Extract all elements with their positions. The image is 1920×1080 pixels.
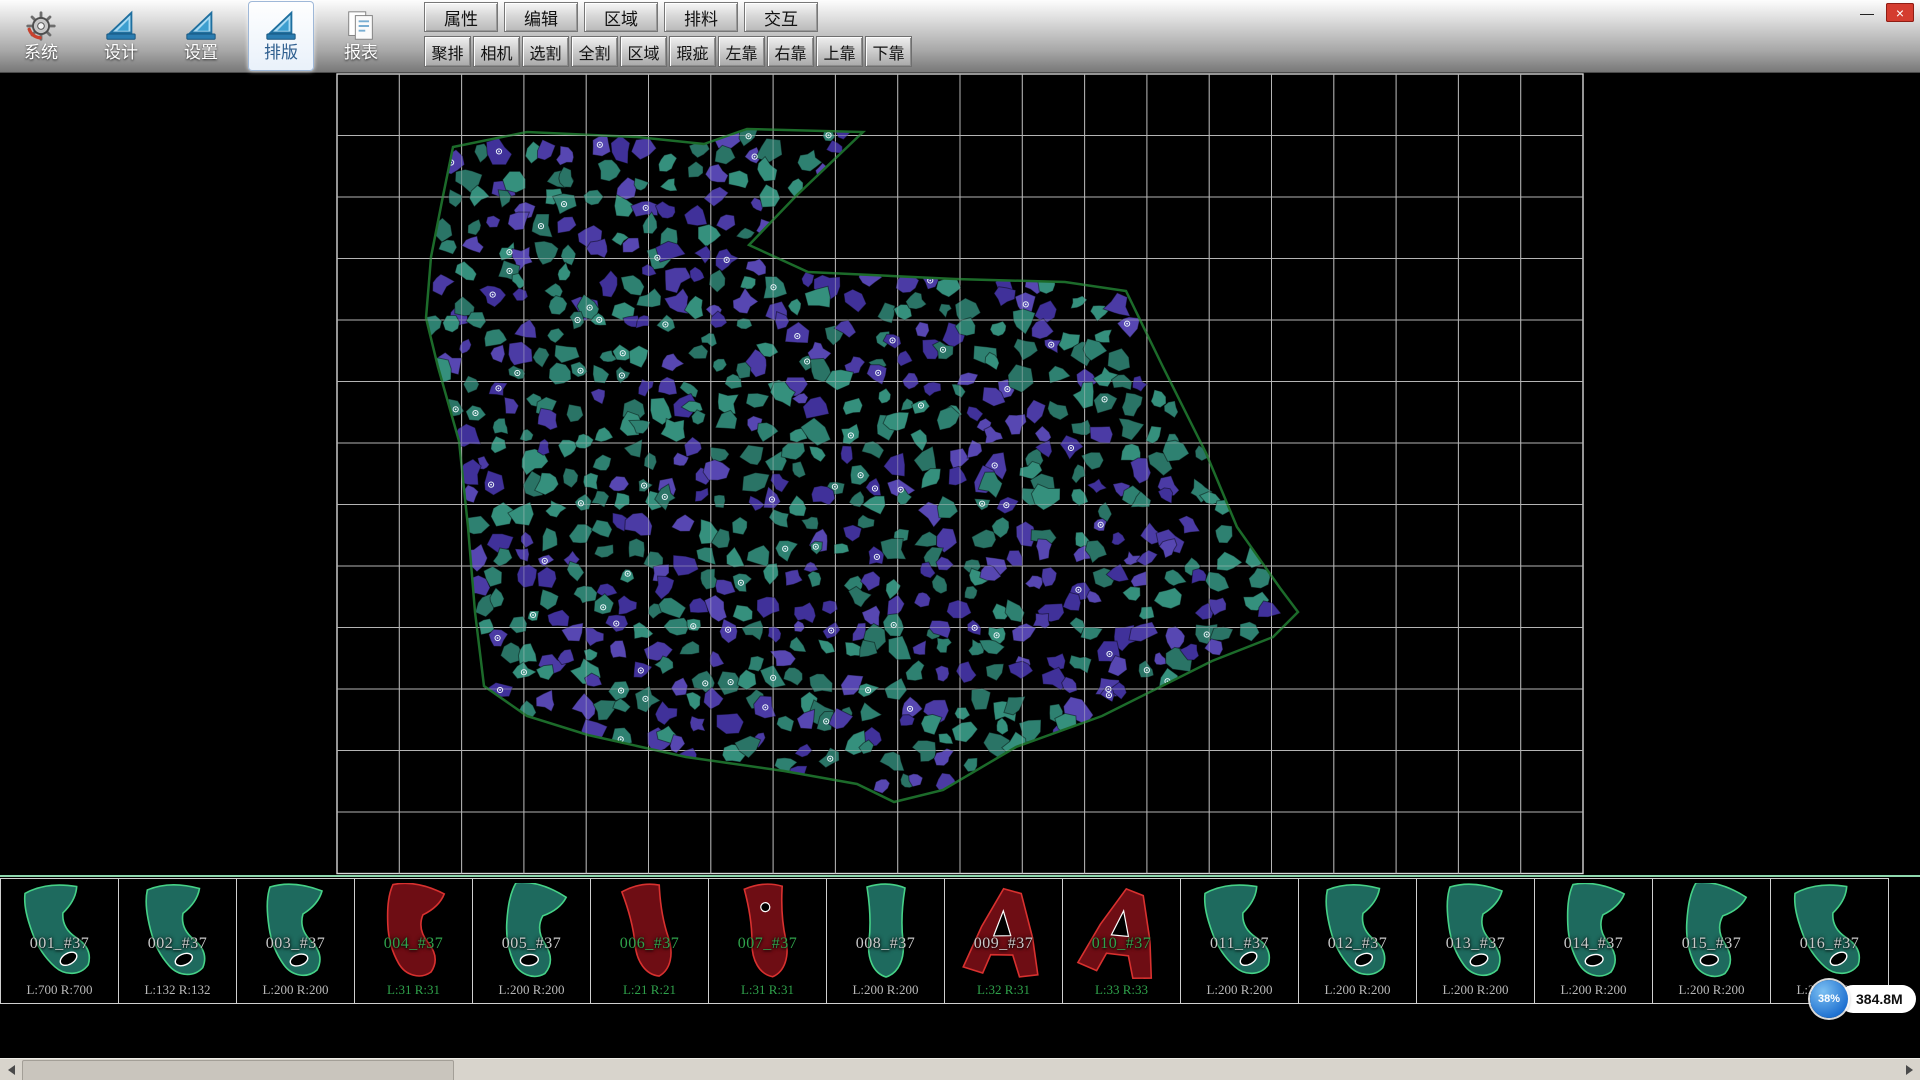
piece-shape-preview [128, 883, 228, 983]
app-button-group: 系统 设计 设置 排版 报表 [8, 0, 408, 72]
piece-thumbnail[interactable]: 012_#37L:200 R:200 [1298, 878, 1417, 1004]
piece-count: L:132 R:132 [119, 982, 236, 998]
piece-thumbnail[interactable]: 003_#37L:200 R:200 [236, 878, 355, 1004]
app-button-label: 系统 [24, 44, 58, 63]
nesting-canvas[interactable] [0, 72, 1920, 876]
memory-value: 384.8M [1839, 985, 1916, 1013]
piece-shape-preview [1190, 883, 1290, 983]
menu-tab-shuxing[interactable]: 属性 [424, 2, 498, 32]
piece-count: L:33 R:33 [1063, 982, 1180, 998]
app-button-report[interactable]: 报表 [328, 1, 394, 71]
strip-divider [0, 875, 1920, 877]
menu-tab-jiaohu[interactable]: 交互 [744, 2, 818, 32]
window-controls: — × [1853, 3, 1914, 22]
piece-shape-preview [1426, 883, 1526, 983]
app-button-label: 报表 [344, 44, 378, 63]
piece-count: L:32 R:31 [945, 982, 1062, 998]
piece-count: L:200 R:200 [1417, 982, 1534, 998]
piece-thumbnail[interactable]: 013_#37L:200 R:200 [1416, 878, 1535, 1004]
piece-thumbnail[interactable]: 004_#37L:31 R:31 [354, 878, 473, 1004]
piece-count: L:700 R:700 [1, 982, 118, 998]
piece-thumbnail[interactable]: 001_#37L:700 R:700 [0, 878, 119, 1004]
application-window: 系统设计设置排版报表 属性编辑区域排料交互 聚排相机选割全割区域瑕疵左靠右靠上靠… [0, 0, 1920, 1080]
piece-shape-preview [10, 883, 110, 983]
tool-button-quyu[interactable]: 区域 [620, 36, 667, 67]
piece-thumbnail[interactable]: 010_#37L:33 R:33 [1062, 878, 1181, 1004]
menu-area: 属性编辑区域排料交互 聚排相机选割全割区域瑕疵左靠右靠上靠下靠 [424, 0, 912, 67]
tool-button-quange[interactable]: 全割 [571, 36, 618, 67]
menu-tab-row: 属性编辑区域排料交互 [424, 2, 912, 32]
pieces-panel: 001_#37L:700 R:700002_#37L:132 R:132003_… [0, 878, 1920, 1004]
piece-thumbnail[interactable]: 002_#37L:132 R:132 [118, 878, 237, 1004]
piece-thumbnail[interactable]: 009_#37L:32 R:31 [944, 878, 1063, 1004]
tool-button-xiaci[interactable]: 瑕疵 [669, 36, 716, 67]
arrow-right-icon [1906, 1065, 1913, 1075]
piece-thumbnail[interactable]: 008_#37L:200 R:200 [826, 878, 945, 1004]
piece-shape-preview [1308, 883, 1408, 983]
piece-count: L:200 R:200 [827, 982, 944, 998]
app-button-nesting[interactable]: 排版 [248, 1, 314, 71]
memory-status: 38% 384.8M [1810, 980, 1916, 1018]
app-button-label: 设置 [184, 44, 218, 63]
piece-count: L:200 R:200 [1299, 982, 1416, 998]
piece-shape-preview [600, 883, 700, 983]
tool-button-xuange[interactable]: 选割 [522, 36, 569, 67]
app-button-label: 设计 [104, 44, 138, 63]
tool-button-youkao[interactable]: 右靠 [767, 36, 814, 67]
report-icon [344, 9, 378, 43]
piece-shape-preview [1072, 883, 1172, 983]
app-button-system[interactable]: 系统 [8, 1, 74, 71]
minimize-button[interactable]: — [1853, 3, 1881, 22]
piece-count: L:200 R:200 [1181, 982, 1298, 998]
scroll-left-button[interactable] [0, 1059, 22, 1080]
grid-overlay-layer [337, 74, 1583, 874]
piece-count: L:200 R:200 [473, 982, 590, 998]
menu-tab-quyu[interactable]: 区域 [584, 2, 658, 32]
piece-shape-preview [1780, 883, 1880, 983]
tool-button-row: 聚排相机选割全割区域瑕疵左靠右靠上靠下靠 [424, 36, 912, 67]
nested-pieces-layer [424, 126, 1281, 794]
app-button-settings[interactable]: 设置 [168, 1, 234, 71]
piece-shape-preview [1544, 883, 1644, 983]
piece-thumbnail[interactable]: 011_#37L:200 R:200 [1180, 878, 1299, 1004]
piece-count: L:200 R:200 [237, 982, 354, 998]
arrow-left-icon [8, 1065, 15, 1075]
piece-thumbnail[interactable]: 007_#37L:31 R:31 [708, 878, 827, 1004]
piece-shape-preview [836, 883, 936, 983]
tool-button-jupai[interactable]: 聚排 [424, 36, 471, 67]
main-toolbar: 系统设计设置排版报表 属性编辑区域排料交互 聚排相机选割全割区域瑕疵左靠右靠上靠… [0, 0, 1920, 73]
piece-count: L:31 R:31 [355, 982, 472, 998]
gear-icon [24, 9, 58, 43]
progress-indicator: 38% [1810, 980, 1848, 1018]
piece-thumbnail[interactable]: 014_#37L:200 R:200 [1534, 878, 1653, 1004]
triangle-ruler-icon [104, 9, 138, 43]
tool-button-xiakao[interactable]: 下靠 [865, 36, 912, 67]
piece-shape-preview [246, 883, 346, 983]
piece-thumbnail[interactable]: 006_#37L:21 R:21 [590, 878, 709, 1004]
piece-shape-preview [954, 883, 1054, 983]
triangle-ruler-icon [264, 9, 298, 43]
piece-shape-preview [718, 883, 818, 983]
triangle-ruler-icon [184, 9, 218, 43]
piece-thumbnail[interactable]: 015_#37L:200 R:200 [1652, 878, 1771, 1004]
tool-button-shangkao[interactable]: 上靠 [816, 36, 863, 67]
piece-count: L:21 R:21 [591, 982, 708, 998]
piece-shape-preview [482, 883, 582, 983]
scrollbar-thumb[interactable] [22, 1060, 454, 1080]
piece-count: L:200 R:200 [1535, 982, 1652, 998]
piece-count: L:31 R:31 [709, 982, 826, 998]
piece-thumbnail[interactable]: 005_#37L:200 R:200 [472, 878, 591, 1004]
menu-tab-pailiao[interactable]: 排料 [664, 2, 738, 32]
piece-count: L:200 R:200 [1653, 982, 1770, 998]
piece-shape-preview [1662, 883, 1762, 983]
close-button[interactable]: × [1886, 3, 1914, 22]
scroll-right-button[interactable] [1898, 1059, 1920, 1080]
app-button-label: 排版 [264, 44, 298, 63]
tool-button-xiangji[interactable]: 相机 [473, 36, 520, 67]
horizontal-scrollbar[interactable] [0, 1058, 1920, 1080]
menu-tab-bianji[interactable]: 编辑 [504, 2, 578, 32]
piece-shape-preview [364, 883, 464, 983]
tool-button-zuokao[interactable]: 左靠 [718, 36, 765, 67]
app-button-design[interactable]: 设计 [88, 1, 154, 71]
